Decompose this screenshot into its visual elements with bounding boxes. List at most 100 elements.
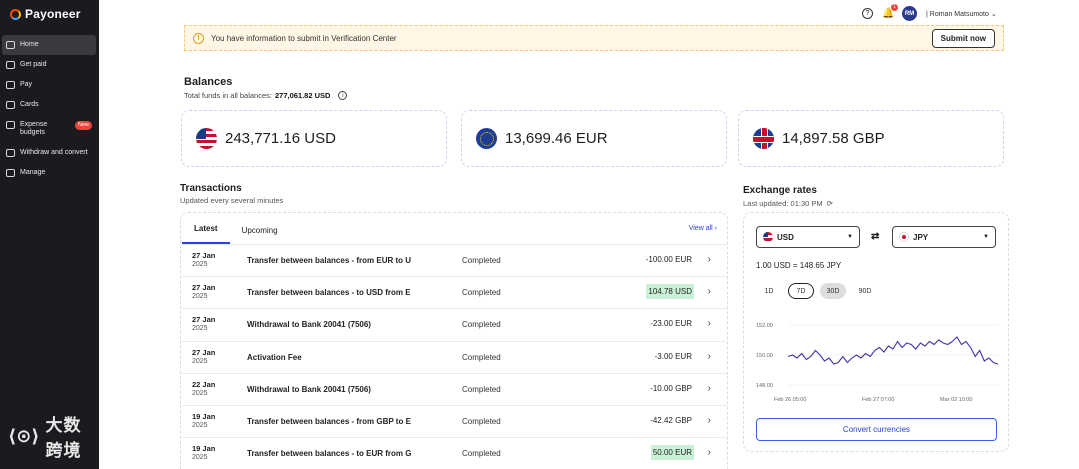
period-7d[interactable]: 7D [788,283,814,299]
chevron-right-icon[interactable]: › [708,254,711,265]
chevron-right-icon[interactable]: › [708,415,711,426]
exchange-rate-text: 1.00 USD = 148.65 JPY [756,261,842,270]
submit-now-button[interactable]: Submit now [931,29,995,48]
alert-message: You have information to submit in Verifi… [211,33,397,43]
transaction-row[interactable]: 27 Jan 2025 Transfer between balances - fr… [181,245,727,278]
us-flag-icon [196,128,217,149]
refresh-icon[interactable]: ⟳ [827,199,833,208]
view-all-label: View all [688,225,713,232]
sidebar-item-manage[interactable]: Manage [2,163,96,183]
transaction-date: 27 Jan 2025 [192,348,232,366]
sidebar-item-pay[interactable]: Pay [2,75,96,95]
tab-upcoming[interactable]: Upcoming [230,226,290,244]
transaction-description: Activation Fee [247,352,302,362]
view-all-link[interactable]: View all › [689,225,717,232]
transaction-day: 27 Jan [192,283,216,293]
jp-flag-icon [899,232,909,242]
watermark-text: 大数跨境 [45,416,82,461]
transaction-description: Withdrawal to Bank 20041 (7506) [247,384,371,394]
sidebar-item-cards[interactable]: Cards [2,95,96,115]
transaction-day: 27 Jan [192,251,216,260]
transaction-year: 2025 [192,325,208,333]
transaction-description: Transfer between balances - to USD from … [247,288,411,298]
x-tick-label: Feb 26 05:00 [774,397,806,403]
transactions-tabs: Latest Upcoming View all › [181,213,727,245]
transaction-row[interactable]: 27 Jan 2025 Withdrawal to Bank 20041 (7506… [181,309,727,342]
transaction-row[interactable]: 22 Jan 2025 Withdrawal to Bank 20041 (7506… [181,374,727,406]
transaction-date: 27 Jan 2025 [192,283,232,301]
sidebar-item-expense-budgets[interactable]: Expense budgets New [2,115,96,143]
chevron-right-icon[interactable]: › [708,318,711,329]
sidebar-item-label: Withdraw and convert [20,149,88,156]
transactions-subtitle: Updated every several minutes [180,196,284,205]
period-30d[interactable]: 30D [820,283,846,299]
balances-title: Balances [184,76,233,88]
convert-currencies-button[interactable]: Convert currencies [756,418,997,441]
transaction-date: 27 Jan 2025 [192,315,232,333]
avatar[interactable]: RM [902,6,917,21]
transaction-day: 19 Jan [192,444,216,454]
verification-alert: ! You have information to submit in Veri… [184,25,1004,51]
logo-icon [10,8,21,20]
help-icon[interactable]: ? [862,8,873,19]
sidebar-item-label: Cards [20,101,39,108]
sidebar-item-withdraw[interactable]: Withdraw and convert [2,143,96,163]
swap-icon[interactable]: ⇄ [871,231,879,242]
transaction-description: Transfer between balances - from EUR to … [247,256,412,265]
balance-card-gbp[interactable]: 14,897.58 GBP [738,110,1004,167]
transactions-list: 27 Jan 2025 Transfer between balances - fr… [181,245,727,469]
transaction-description: Transfer between balances - from GBP to … [247,416,411,426]
bell-icon[interactable]: 🔔 1 [882,4,898,19]
period-90d[interactable]: 90D [852,283,878,299]
transaction-date: 19 Jan 2025 [192,412,232,430]
chevron-right-icon[interactable]: › [708,351,711,362]
transaction-amount: -100.00 EUR [645,255,692,264]
y-tick-label: 148.00 [756,383,773,389]
sidebar-item-label: Pay [20,81,33,88]
chevron-right-icon[interactable]: › [708,383,711,394]
exchange-rate-chart: 152.00 150.00 148.00 Feb 26 05:00 Feb 27 07:… [756,323,999,403]
to-currency-select[interactable]: JPY ▼ [892,226,996,248]
balance-card-usd[interactable]: 243,771.16 USD [181,110,447,167]
transaction-row[interactable]: 27 Jan 2025 Transfer between balances - to… [181,277,727,310]
balance-card-eur[interactable]: 13,699.46 EUR [461,110,727,167]
total-funds-label: Total funds in all balances: [184,91,272,100]
transaction-year: 2025 [192,261,208,268]
transaction-description: Withdrawal to Bank 20041 (7506) [247,320,371,330]
sidebar-item-home[interactable]: Home [2,35,96,55]
from-currency-select[interactable]: USD ▼ [756,226,860,248]
info-icon[interactable]: i [338,91,348,100]
warning-icon: ! [193,32,204,44]
payoneer-logo[interactable]: Payoneer [10,7,81,21]
period-1d[interactable]: 1D [756,283,782,299]
sidebar: Payoneer Home Get paid Pay Cards Expense… [0,0,99,469]
caret-down-icon: ▼ [983,234,989,240]
sidebar-nav: Home Get paid Pay Cards Expense budgets … [2,35,96,183]
transactions-panel: Latest Upcoming View all › 27 Jan 2025 Tra… [180,212,728,469]
transaction-year: 2025 [192,421,208,429]
transaction-day: 27 Jan [192,347,216,357]
sidebar-item-get-paid[interactable]: Get paid [2,55,96,75]
exchange-panel: USD ▼ ⇄ JPY ▼ 1.00 USD = 148.65 JPY 1D 7… [743,212,1009,452]
transaction-amount: 50.00 EUR [650,445,694,461]
balance-amount: 243,771.16 USD [225,130,336,147]
tab-latest[interactable]: Latest [182,224,230,244]
transaction-amount: -42.42 GBP [650,415,692,425]
transaction-date: 19 Jan 2025 [192,444,232,462]
period-selector: 1D 7D 30D 90D [756,283,878,299]
transaction-day: 19 Jan [192,411,216,421]
chevron-right-icon[interactable]: › [708,447,711,458]
transaction-day: 27 Jan [192,315,216,325]
transaction-row[interactable]: 19 Jan 2025 Transfer between balances - fr… [181,406,727,439]
eu-flag-icon [476,128,497,149]
chevron-right-icon[interactable]: › [708,286,711,297]
transactions-title: Transactions [180,183,242,194]
last-updated-text: Last updated: 01:30 PM [743,199,823,208]
topbar: ? 🔔 1 RM | Roman Matsumoto ⌄ [862,4,997,21]
watermark: ⟨⊙⟩ 大数跨境 [8,411,99,461]
transaction-year: 2025 [192,454,208,462]
transaction-date: 22 Jan 2025 [192,380,232,398]
transaction-row[interactable]: 19 Jan 2025 Transfer between balances - to… [181,438,727,469]
transaction-row[interactable]: 27 Jan 2025 Activation Fee Completed -3.00 E… [181,342,727,374]
user-name[interactable]: | Roman Matsumoto ⌄ [926,10,997,18]
